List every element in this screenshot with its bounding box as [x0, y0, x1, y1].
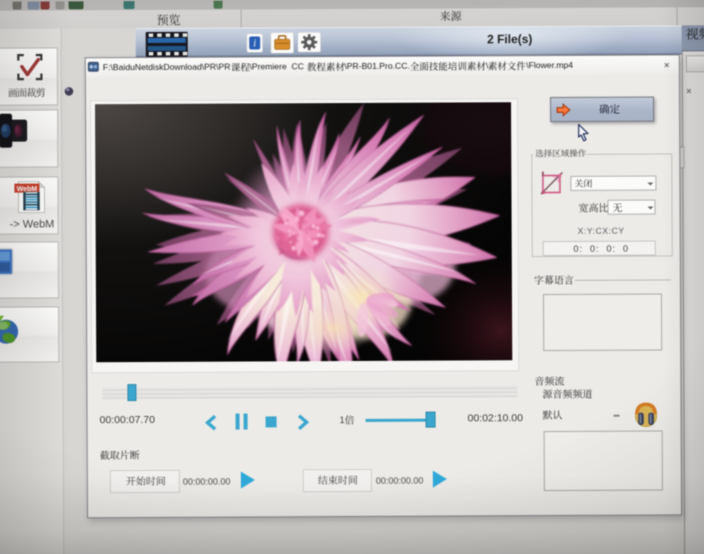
svg-text:i: i — [253, 38, 256, 49]
